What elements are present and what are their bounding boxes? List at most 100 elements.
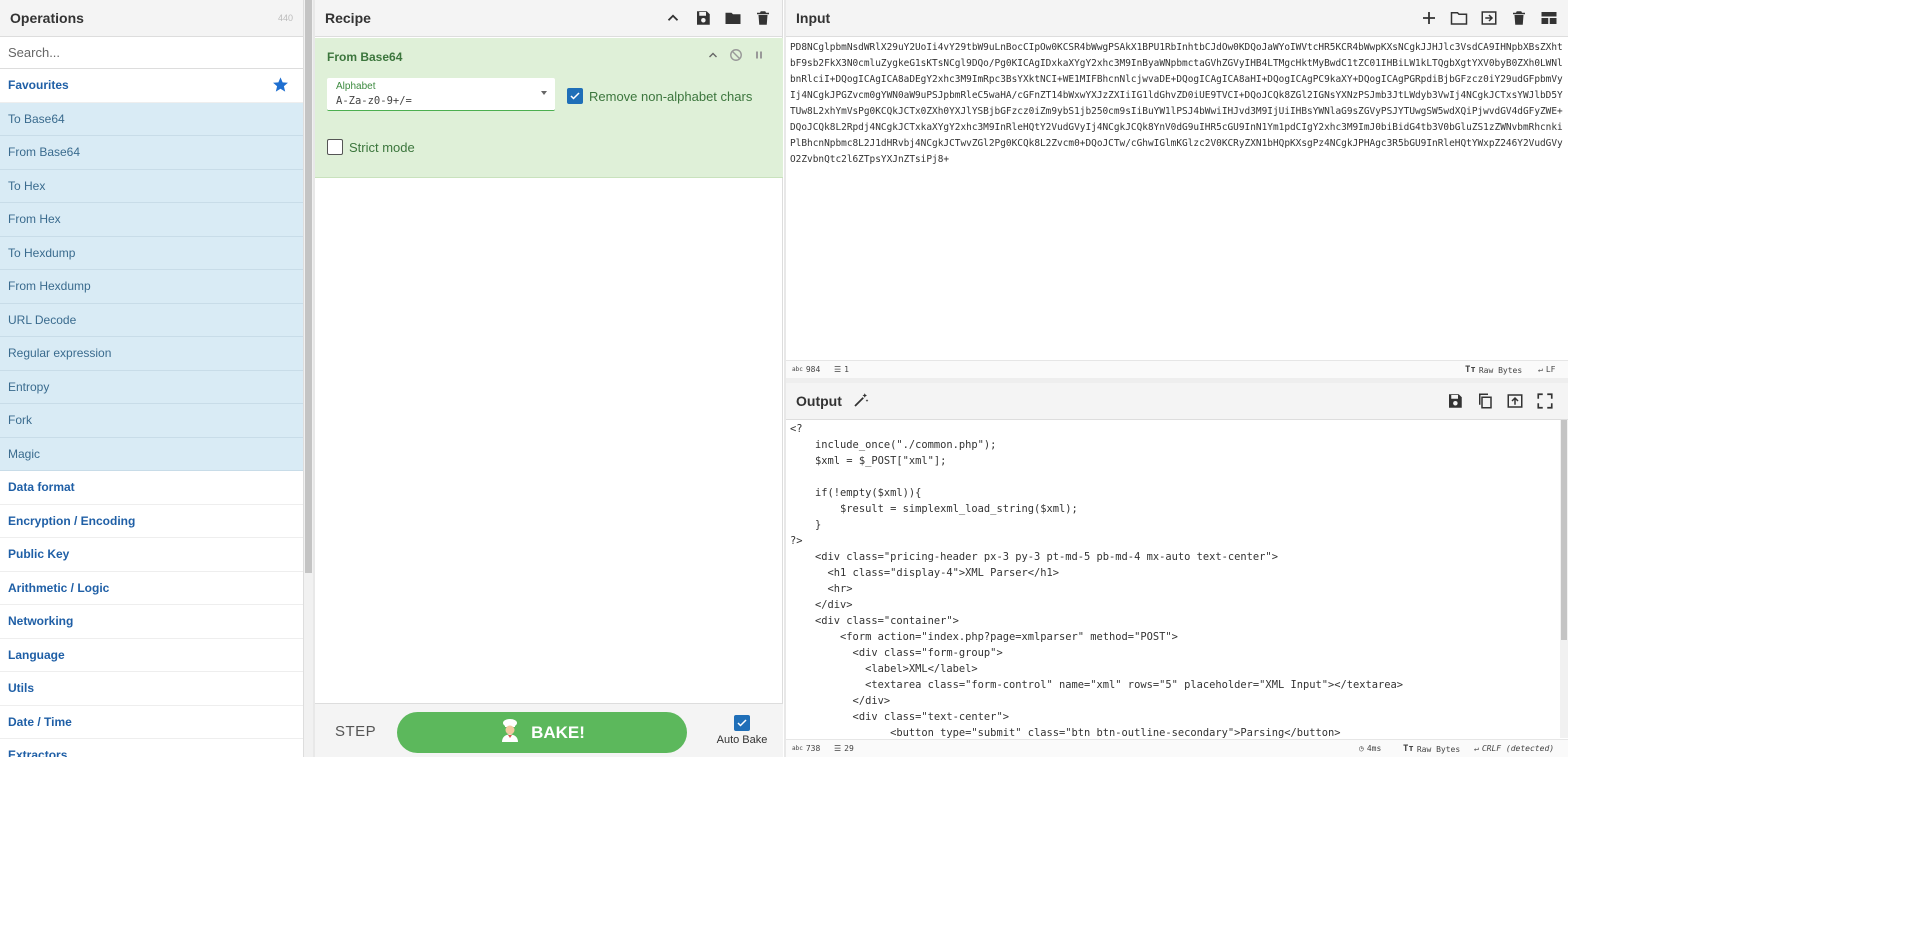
operation-item[interactable]: To Base64	[0, 102, 303, 136]
category-favourites[interactable]: Favourites	[0, 69, 303, 103]
category-item[interactable]: Extractors	[0, 739, 303, 757]
output-line: <textarea class="form-control" name="xml…	[790, 679, 1404, 691]
operation-label: URL Decode	[8, 312, 77, 327]
scrollbar-thumb[interactable]	[305, 0, 312, 573]
magic-wand-icon[interactable]	[852, 391, 870, 412]
open-folder-icon[interactable]	[1450, 9, 1468, 27]
save-recipe-icon[interactable]	[694, 9, 712, 27]
checkbox-unchecked-icon[interactable]	[327, 139, 343, 155]
output-line: ?>	[790, 535, 803, 547]
copy-icon[interactable]	[1476, 392, 1494, 410]
lines-icon: ☰	[834, 365, 842, 374]
category-item[interactable]: Language	[0, 639, 303, 672]
output-line: $xml = $_POST["xml"];	[790, 455, 947, 467]
operations-count: 440	[277, 13, 293, 23]
category-item[interactable]: Utils	[0, 672, 303, 706]
recipe-title: Recipe	[325, 10, 371, 26]
bake-button[interactable]: BAKE!	[397, 712, 687, 753]
input-header: Input	[786, 0, 1568, 37]
operation-item[interactable]: To Hexdump	[0, 236, 303, 270]
output-line: <hr>	[790, 583, 853, 595]
recipe-operation[interactable]: From Base64 Alphabet A-Za-z0-9+/= Remove…	[315, 38, 783, 178]
add-tab-icon[interactable]	[1420, 9, 1438, 27]
line-count: ☰ 1	[834, 365, 849, 374]
input-pane: Input PD8NCglpbmNsdWRlX29uY2UoIi4vY29tbW…	[786, 0, 1568, 378]
operation-label: To Hex	[8, 178, 46, 193]
dropdown-caret-icon	[541, 91, 547, 95]
category-item[interactable]: Encryption / Encoding	[0, 505, 303, 538]
category-item[interactable]: Arithmetic / Logic	[0, 572, 303, 605]
operation-item[interactable]: Entropy	[0, 370, 303, 404]
category-item[interactable]: Public Key	[0, 538, 303, 572]
remove-nonalpha-checkbox[interactable]: Remove non-alphabet chars	[567, 88, 752, 104]
category-label: Language	[8, 647, 65, 662]
category-label: Encryption / Encoding	[8, 513, 136, 528]
alphabet-label: Alphabet	[336, 81, 376, 92]
category-label: Date / Time	[8, 714, 72, 729]
output-line: }	[790, 519, 822, 531]
abc-icon: abc	[792, 745, 803, 752]
operation-item[interactable]: Regular expression	[0, 337, 303, 371]
collapse-icon[interactable]	[707, 49, 719, 64]
output-encoding[interactable]: Tт Raw Bytes	[1403, 744, 1460, 754]
return-icon: ↵	[1474, 744, 1479, 753]
line-count: ☰ 29	[834, 744, 854, 753]
operation-item[interactable]: Fork	[0, 404, 303, 438]
checkbox-checked-icon[interactable]	[567, 88, 583, 104]
output-pane: Output <? include_once("./common.php"); …	[786, 383, 1568, 757]
category-item[interactable]: Networking	[0, 605, 303, 639]
operations-scrollbar[interactable]	[304, 0, 313, 757]
operation-item[interactable]: Magic	[0, 437, 303, 471]
operations-header: Operations 440	[0, 0, 303, 37]
output-scrollbar[interactable]	[1560, 420, 1568, 738]
output-textarea[interactable]: <? include_once("./common.php"); $xml = …	[790, 421, 1560, 739]
operation-label: To Base64	[8, 111, 65, 126]
auto-bake-label: Auto Bake	[716, 734, 768, 746]
output-line: <div class="form-group">	[790, 647, 1003, 659]
text-type-icon: Tт	[1465, 365, 1476, 375]
category-item[interactable]: Date / Time	[0, 706, 303, 739]
operation-item[interactable]: From Hexdump	[0, 270, 303, 304]
alphabet-select[interactable]: Alphabet A-Za-z0-9+/=	[327, 78, 555, 111]
output-eol[interactable]: ↵ CRLF (detected)	[1474, 744, 1554, 753]
operations-title: Operations	[10, 10, 84, 26]
output-line: <div class="container">	[790, 615, 959, 627]
bake-label: BAKE!	[531, 722, 585, 742]
clock-icon: ◷	[1359, 744, 1364, 753]
scrollbar-thumb[interactable]	[1561, 420, 1567, 640]
operation-item[interactable]: From Base64	[0, 136, 303, 170]
recipe-pane: Recipe From Base64 Alphabet A-Za-z0-9+/=…	[315, 0, 783, 757]
operation-item[interactable]: To Hex	[0, 169, 303, 203]
auto-bake-checkbox[interactable]: Auto Bake	[712, 715, 772, 746]
search-box[interactable]	[0, 37, 303, 69]
search-input[interactable]	[8, 45, 295, 60]
breakpoint-icon[interactable]	[753, 49, 765, 64]
operation-item[interactable]: URL Decode	[0, 303, 303, 337]
layout-icon[interactable]	[1540, 9, 1558, 27]
operation-label: To Hexdump	[8, 245, 76, 260]
save-output-icon[interactable]	[1446, 392, 1464, 410]
clear-input-icon[interactable]	[1510, 9, 1528, 27]
input-encoding[interactable]: Tт Raw Bytes	[1465, 365, 1522, 375]
operation-item[interactable]: From Hex	[0, 203, 303, 237]
open-file-icon[interactable]	[1480, 9, 1498, 27]
input-eol[interactable]: ↵ LF	[1538, 365, 1555, 374]
clear-recipe-icon[interactable]	[754, 9, 772, 27]
output-line: <h1 class="display-4">XML Parser</h1>	[790, 567, 1059, 579]
operation-label: From Base64	[8, 145, 81, 160]
checkbox-label: Strict mode	[349, 139, 415, 155]
strict-mode-checkbox[interactable]: Strict mode	[327, 139, 415, 155]
disable-icon[interactable]	[729, 48, 743, 65]
load-recipe-icon[interactable]	[724, 9, 742, 27]
collapse-all-icon[interactable]	[664, 9, 682, 27]
category-item[interactable]: Data format	[0, 471, 303, 505]
step-button[interactable]: STEP	[335, 723, 376, 740]
replace-input-icon[interactable]	[1506, 392, 1524, 410]
operation-label: From Hex	[8, 212, 61, 227]
checkbox-checked-icon[interactable]	[734, 715, 750, 731]
operation-label: From Hexdump	[8, 279, 91, 294]
chef-icon	[499, 718, 521, 747]
input-textarea[interactable]: PD8NCglpbmNsdWRlX29uY2UoIi4vY29tbW9uLnBo…	[790, 40, 1564, 358]
star-icon[interactable]	[272, 76, 289, 96]
maximize-icon[interactable]	[1536, 392, 1554, 410]
